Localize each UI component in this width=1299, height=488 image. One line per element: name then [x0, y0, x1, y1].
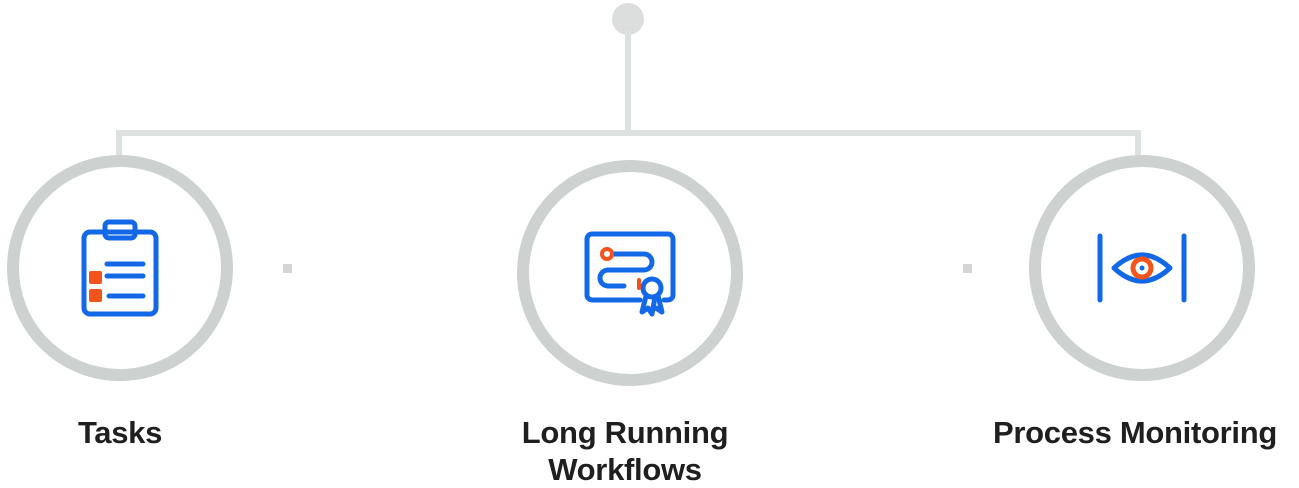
- eye-monitoring-icon: [1097, 233, 1187, 303]
- process-monitoring-node: [1029, 155, 1255, 381]
- tasks-label: Tasks: [77, 415, 163, 450]
- process-monitoring-label: Process Monitoring: [993, 415, 1277, 450]
- long-running-workflows-node: [517, 160, 743, 386]
- horizontal-connector-line: [116, 130, 1141, 136]
- separator-dot: [963, 264, 972, 273]
- clipboard-checklist-icon: [81, 219, 159, 317]
- long-running-workflows-label: Long Running Workflows: [521, 415, 729, 487]
- workflow-certificate-icon: [584, 231, 676, 317]
- separator-dot: [283, 264, 292, 273]
- tasks-node: [7, 155, 233, 381]
- root-connector-line: [625, 30, 631, 136]
